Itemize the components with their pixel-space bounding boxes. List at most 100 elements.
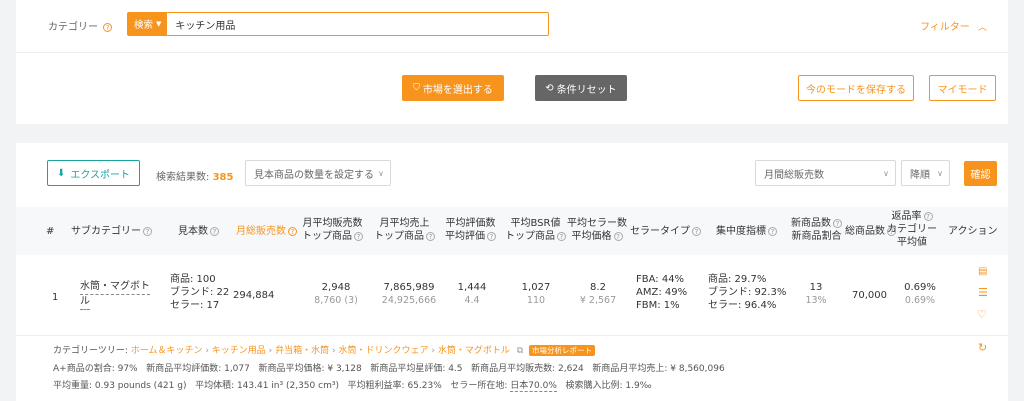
return-rate-value: 0.69% <box>904 282 936 293</box>
category-tree: カテゴリーツリー: ホーム＆キッチン › キッチン用品 › 弁当箱・水筒 › 水… <box>53 343 596 356</box>
help-icon[interactable]: ? <box>692 226 701 236</box>
monthly-sales-value: 294,884 <box>233 290 275 301</box>
col-sample-count[interactable]: 見本数? <box>178 225 219 238</box>
tree-separator: › <box>428 346 438 356</box>
col-seller-type-label: セラータイプ <box>630 226 690 237</box>
col-action: アクション <box>948 226 998 237</box>
stat-avg-weight: 平均重量: 0.93 pounds (421 g) <box>53 381 187 391</box>
help-icon[interactable]: ? <box>354 231 363 241</box>
sort-field-select[interactable]: 月間総販売数 ∨ <box>755 160 896 186</box>
refresh-icon[interactable]: ↻ <box>978 341 987 354</box>
filter-panel: カテゴリー ? 検索 ▼ キッチン用品 フィルター ︿ ⛉ 市場を選出する ⟲ … <box>16 0 1008 124</box>
chevron-down-icon: ∨ <box>378 168 384 178</box>
stat-seller-location-label: セラー所在地: <box>450 381 508 391</box>
conc-sellers: セラー: 96.4% <box>708 300 777 311</box>
help-icon[interactable]: ? <box>768 226 777 236</box>
col-avg-reviews[interactable]: 平均評価数 平均評価? <box>445 217 496 243</box>
category-label: カテゴリー ? <box>48 18 113 33</box>
tree-item[interactable]: キッチン用品 <box>212 346 266 356</box>
external-link-icon[interactable]: ⧉ <box>517 346 523 356</box>
download-icon: ⬇ <box>56 167 66 179</box>
seller-type-amz: AMZ: 49% <box>636 287 688 298</box>
stat-aplus-ratio: A+商品の割合: 97% <box>53 364 138 374</box>
col-avg-revenue[interactable]: 月平均売上 トップ商品? <box>374 217 435 243</box>
confirm-button[interactable]: 確認 <box>964 161 997 186</box>
new-product-stats: A+商品の割合: 97% 新商品平均評価数: 1,077 新商品平均価格: ¥ … <box>53 361 725 374</box>
help-icon[interactable]: ? <box>557 231 566 241</box>
filter-toggle[interactable]: フィルター ︿ <box>920 18 987 33</box>
col-avg-bsr[interactable]: 平均BSR値 トップ商品? <box>505 217 566 243</box>
my-mode-button[interactable]: マイモード <box>929 75 996 101</box>
help-icon[interactable]: ? <box>923 211 933 221</box>
chevron-down-icon: ∨ <box>883 168 889 178</box>
col-avg-sales[interactable]: 月平均販売数 トップ商品? <box>302 217 363 243</box>
select-market-button[interactable]: ⛉ 市場を選出する <box>402 75 504 101</box>
help-icon[interactable]: ? <box>613 231 623 241</box>
col-new-items[interactable]: 新商品数? 新商品割合 <box>791 217 842 243</box>
avg-revenue-cell: 7,865,989 24,925,666 <box>374 281 444 307</box>
new-items-value: 13 <box>809 282 823 293</box>
chevron-down-icon: ∨ <box>937 168 943 178</box>
col-monthly-sales[interactable]: 月総販売数? <box>236 225 297 238</box>
help-icon[interactable]: ? <box>103 22 113 32</box>
col-return-rate[interactable]: 返品率? カテゴリー 平均値 <box>887 210 937 249</box>
export-button[interactable]: ⬇ エクスポート <box>47 160 140 186</box>
category-tree-label: カテゴリーツリー: <box>53 346 128 356</box>
sort-field-label: 月間総販売数 <box>764 169 824 181</box>
stat-seller-location-value[interactable]: 日本70.0% <box>510 381 557 392</box>
tree-item[interactable]: 水筒・マグボトル <box>438 346 510 356</box>
save-mode-button[interactable]: 今のモードを保存する <box>798 75 914 101</box>
avg-bsr-cell: 1,027 110 <box>516 281 556 307</box>
row-index: 1 <box>52 292 59 303</box>
search-input[interactable]: キッチン用品 <box>167 13 235 35</box>
sort-order-label: 降順 <box>910 169 930 181</box>
sample-sellers: セラー: 17 <box>170 300 220 311</box>
help-icon[interactable]: ? <box>426 231 435 241</box>
result-count: 検索結果数: 385 <box>156 168 233 183</box>
stat-avg-volume: 平均体積: 143.41 in³ (2,350 cm³) <box>195 381 339 391</box>
filter-toggle-label: フィルター <box>920 22 970 33</box>
col-concentration-label: 集中度指標 <box>716 226 766 237</box>
return-rate-cell: 0.69% 0.69% <box>900 281 940 307</box>
divider <box>16 52 1008 53</box>
col-avg-sales-l1: 月平均販売数 <box>302 218 363 229</box>
avg-revenue-value: 7,865,989 <box>383 282 435 293</box>
col-new-items-l2: 新商品割合 <box>791 231 842 242</box>
results-panel: ⬇ エクスポート 検索結果数: 385 見本商品の数量を設定する ∨ 月間総販売… <box>16 143 1008 401</box>
help-icon[interactable]: ? <box>833 218 842 228</box>
help-icon[interactable]: ? <box>487 231 496 241</box>
col-concentration[interactable]: 集中度指標? <box>716 225 777 238</box>
row-divider <box>16 335 1008 336</box>
physical-stats: 平均重量: 0.93 pounds (421 g) 平均体積: 143.41 i… <box>53 378 652 392</box>
tree-item[interactable]: 水筒・ドリンクウェア <box>338 346 428 356</box>
col-sample-count-label: 見本数 <box>178 226 208 237</box>
select-market-label: 市場を選出する <box>422 84 493 96</box>
help-icon[interactable]: ? <box>288 226 297 236</box>
action-document-icon[interactable]: ☰ <box>978 286 988 300</box>
stat-new-price: 新商品平均価格: ¥ 3,128 <box>258 364 362 374</box>
tree-item[interactable]: ホーム＆キッチン <box>131 346 203 356</box>
col-new-items-l1: 新商品数 <box>791 218 831 229</box>
action-heart-icon[interactable]: ♡ <box>977 308 987 322</box>
avg-price-value: ¥ 2,567 <box>579 295 617 306</box>
col-subcategory[interactable]: サブカテゴリー? <box>71 225 152 238</box>
row-subcategory-link[interactable]: 水筒・マグボト ル <box>80 280 150 310</box>
item-count-select[interactable]: 見本商品の数量を設定する ∨ <box>245 160 391 186</box>
help-icon[interactable]: ? <box>143 226 152 236</box>
reset-button[interactable]: ⟲ 条件リセット <box>535 75 627 101</box>
conc-products: 商品: 29.7% <box>708 274 767 285</box>
sort-order-select[interactable]: 降順 ∨ <box>901 160 950 186</box>
avg-revenue-top: 24,925,666 <box>381 295 437 306</box>
col-seller-type[interactable]: セラータイプ? <box>630 225 701 238</box>
category-search-box[interactable]: 検索 ▼ キッチン用品 <box>127 12 549 36</box>
action-chart-icon[interactable]: ▤ <box>978 265 987 279</box>
total-items-value: 70,000 <box>852 290 887 301</box>
conc-brands: ブランド: 92.3% <box>708 287 787 298</box>
tree-item[interactable]: 弁当箱・水筒 <box>275 346 329 356</box>
stat-new-revenue: 新商品月平均売上: ¥ 8,560,096 <box>592 364 725 374</box>
market-report-badge[interactable]: 市場分析レポート <box>529 345 596 356</box>
stat-search-purchase-ratio: 検索購入比例: 1.9‰ <box>565 381 652 391</box>
help-icon[interactable]: ? <box>210 226 219 236</box>
search-type-dropdown[interactable]: 検索 ▼ <box>128 13 168 35</box>
col-avg-sellers[interactable]: 平均セラー数 平均価格? <box>567 217 627 243</box>
